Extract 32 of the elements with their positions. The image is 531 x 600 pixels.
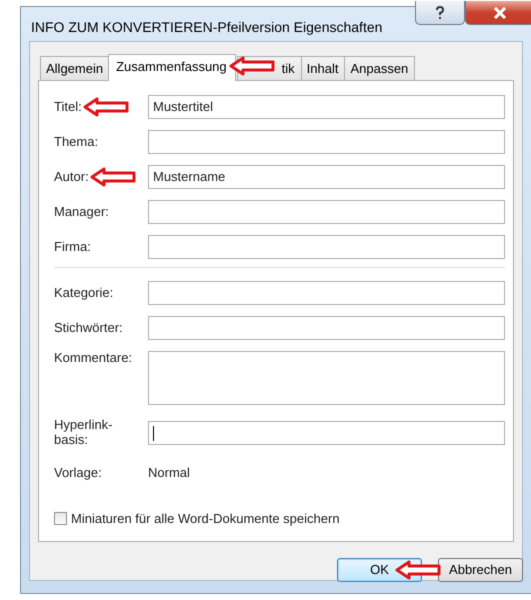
input-field[interactable] bbox=[148, 281, 505, 305]
field-label: Hyperlink-basis: bbox=[54, 418, 114, 448]
tab[interactable]: Allgemein bbox=[40, 56, 110, 80]
field-value: Normal bbox=[148, 464, 190, 482]
input-field[interactable] bbox=[148, 316, 505, 340]
input-field[interactable] bbox=[148, 130, 505, 154]
window-title: INFO ZUM KONVERTIEREN-Pfeilversion Eigenschaften bbox=[30, 18, 384, 37]
tab[interactable]: Inhalt bbox=[300, 56, 346, 80]
checkbox-label: Miniaturen für alle Word-Dokumente speichern bbox=[71, 510, 340, 528]
tab[interactable]: Zusammenfassung bbox=[108, 54, 236, 81]
help-button[interactable] bbox=[415, 1, 465, 25]
comments-field[interactable] bbox=[148, 351, 505, 405]
cancel-button[interactable]: Abbrechen bbox=[438, 558, 523, 582]
input-field[interactable] bbox=[148, 200, 505, 224]
tab[interactable]: Anpassen bbox=[344, 56, 416, 80]
field-label: Stichwörter: bbox=[54, 320, 123, 335]
input-field[interactable] bbox=[148, 235, 505, 259]
input-field[interactable]: Mustertitel bbox=[148, 95, 505, 119]
input-field[interactable]: Mustername bbox=[148, 165, 505, 189]
field-label: Manager: bbox=[54, 204, 109, 219]
checkbox[interactable] bbox=[54, 512, 67, 526]
input-field[interactable] bbox=[148, 421, 505, 445]
field-label: Autor: bbox=[54, 168, 89, 184]
field-label: Firma: bbox=[54, 238, 91, 254]
field-label: Kommentare: bbox=[54, 350, 132, 365]
field-label: Kategorie: bbox=[54, 284, 114, 300]
close-button[interactable] bbox=[465, 1, 531, 25]
field-label: Thema: bbox=[54, 134, 98, 149]
field-label: Titel: bbox=[54, 98, 82, 114]
close-icon bbox=[493, 6, 507, 18]
help-icon bbox=[435, 6, 445, 20]
field-label: Vorlage: bbox=[54, 464, 102, 480]
